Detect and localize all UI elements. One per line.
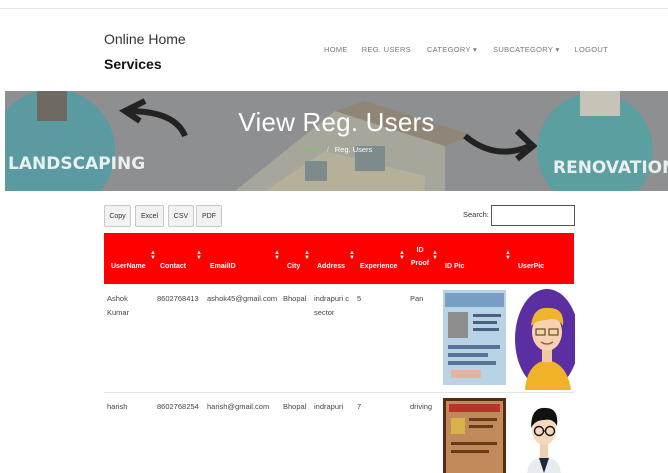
sort-icon: ▲ ▼: [349, 250, 355, 261]
breadcrumb-home[interactable]: Home: [301, 145, 321, 154]
breadcrumb-separator: /: [326, 145, 329, 154]
sort-icon: ▲ ▼: [196, 250, 202, 261]
col-contact[interactable]: Contact: [160, 263, 186, 270]
table-header: UserName ▲ ▼ Contact ▲ ▼ EmailID ▲ ▼ City ▲…: [104, 233, 574, 284]
sort-icon: ▲ ▼: [505, 250, 511, 261]
sort-icon: ▲ ▼: [399, 250, 405, 261]
col-experience[interactable]: Experience: [360, 263, 397, 270]
copy-button[interactable]: Copy: [104, 205, 131, 227]
nav-logout[interactable]: LOGOUT: [575, 45, 608, 54]
banner-left-sign-text: LANDSCAPING: [8, 154, 145, 174]
sort-icon: ▲ ▼: [304, 250, 310, 261]
brand-line-2: Services: [104, 56, 162, 72]
cell-id-proof: Pan: [410, 294, 424, 303]
nav-subcategory[interactable]: SUBCATEGORY ▾: [493, 45, 559, 54]
breadcrumb-current: Reg. Users: [334, 145, 373, 154]
page-title: View Reg. Users: [238, 107, 435, 137]
cell-experience: 5: [357, 294, 362, 303]
sort-icon: ▲ ▼: [274, 250, 280, 261]
cell-city: Bhopal: [283, 294, 307, 303]
id-pic-thumbnail[interactable]: [443, 290, 506, 385]
cell-email: ashok45@gmail.com: [207, 294, 278, 303]
excel-button[interactable]: Excel: [135, 205, 164, 227]
col-username[interactable]: UserName: [111, 263, 146, 270]
csv-button[interactable]: CSV: [168, 205, 194, 227]
cell-username: harish: [107, 402, 128, 411]
breadcrumb: Home / Reg. Users: [5, 145, 668, 154]
col-id-pic[interactable]: ID Pic: [445, 263, 464, 270]
user-avatar: [513, 398, 575, 473]
sort-icon: ▲ ▼: [150, 250, 156, 261]
cell-experience: 7: [357, 402, 362, 411]
sort-icon: ▲ ▼: [432, 250, 438, 261]
user-avatar: [515, 289, 575, 390]
nav-reg-users[interactable]: REG. USERS: [362, 45, 411, 54]
main-nav: HOME REG. USERS CATEGORY ▾ SUBCATEGORY ▾…: [324, 45, 608, 54]
pdf-button[interactable]: PDF: [196, 205, 222, 227]
banner-right-sign-text: RENOVATION: [553, 158, 668, 178]
banner-illustration: LANDSCAPING RENOVATION: [5, 91, 668, 191]
brand-line-1: Online Home: [104, 31, 186, 47]
page-banner: LANDSCAPING RENOVATION View Reg. Users H…: [5, 91, 668, 191]
cell-contact: 8602768254: [157, 402, 199, 411]
cell-email: harish@gmail.com: [207, 402, 270, 411]
cell-address: indrapuri c sector: [314, 294, 350, 318]
top-border: [0, 8, 668, 9]
col-email[interactable]: EmailID: [210, 263, 236, 270]
cell-address: indrapuri: [314, 402, 344, 411]
row-divider: [104, 392, 574, 393]
cell-username: Ashok Kumar: [107, 294, 130, 318]
nav-category[interactable]: CATEGORY ▾: [427, 45, 477, 54]
col-address[interactable]: Address: [317, 263, 345, 270]
col-city[interactable]: City: [287, 263, 300, 270]
nav-home[interactable]: HOME: [324, 45, 348, 54]
search-input[interactable]: [491, 205, 575, 226]
cell-contact: 8602768413: [157, 294, 199, 303]
cell-id-proof: driving: [410, 402, 433, 411]
col-id-proof[interactable]: ID Proof: [410, 244, 430, 271]
id-pic-thumbnail[interactable]: [443, 398, 506, 473]
site-brand[interactable]: Online Home Services: [104, 30, 186, 74]
col-userpic[interactable]: UserPic: [518, 263, 544, 270]
cell-city: Bhopal: [283, 402, 307, 411]
search-label: Search:: [463, 210, 489, 219]
